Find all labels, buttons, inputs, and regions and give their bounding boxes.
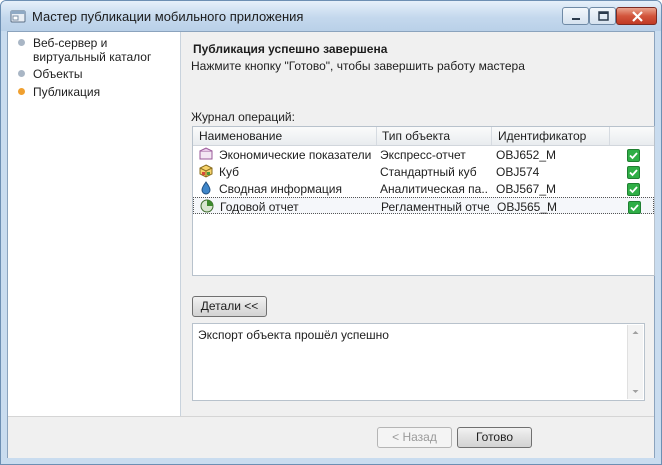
wizard-client-area: Веб-сервер и виртуальный каталог Объекты… xyxy=(7,31,655,458)
close-icon xyxy=(632,11,643,22)
nav-step-label: Объекты xyxy=(33,67,83,81)
window-title: Мастер публикации мобильного приложения xyxy=(32,9,304,24)
wizard-window: Мастер публикации мобильного приложения … xyxy=(0,0,662,465)
cell-type: Стандартный куб xyxy=(380,165,477,179)
operations-log-table[interactable]: Наименование Тип объекта Идентификатор Э… xyxy=(192,126,655,276)
wizard-footer: < Назад Готово xyxy=(8,416,654,458)
wizard-page: Публикация успешно завершена Нажмите кно… xyxy=(181,32,655,416)
scroll-up-arrow-icon[interactable] xyxy=(629,326,642,339)
regular-report-icon xyxy=(200,199,214,213)
maximize-icon xyxy=(598,11,609,21)
finish-button[interactable]: Готово xyxy=(457,427,532,448)
cell-id: OBJ652_M xyxy=(496,148,557,162)
details-toggle-button[interactable]: Детали << xyxy=(192,296,267,317)
table-header: Наименование Тип объекта Идентификатор xyxy=(193,127,654,146)
cube-icon xyxy=(199,164,213,178)
cell-id: OBJ565_M xyxy=(497,200,558,214)
success-check-icon xyxy=(628,201,641,214)
success-check-icon xyxy=(627,183,640,196)
details-textarea[interactable]: Экспорт объекта прошёл успешно xyxy=(192,323,645,401)
column-separator[interactable] xyxy=(491,127,492,145)
success-check-icon xyxy=(627,149,640,162)
cell-id: OBJ574 xyxy=(496,165,540,179)
step-done-icon xyxy=(18,70,25,77)
table-row[interactable]: Сводная информация Аналитическая па... O… xyxy=(193,180,654,197)
page-subtitle: Нажмите кнопку "Готово", чтобы завершить… xyxy=(191,59,525,73)
cell-type: Экспресс-отчет xyxy=(380,148,466,162)
cell-id: OBJ567_M xyxy=(496,182,557,196)
success-check-icon xyxy=(627,166,640,179)
cell-type: Аналитическая па... xyxy=(380,182,488,196)
cell-name: Экономические показатели xyxy=(219,148,372,162)
cell-name: Сводная информация xyxy=(219,182,342,196)
table-row[interactable]: Экономические показатели Экспресс-отчет … xyxy=(193,146,654,163)
express-report-icon xyxy=(199,147,213,160)
cell-name: Куб xyxy=(219,165,239,179)
scroll-down-arrow-icon[interactable] xyxy=(629,385,642,398)
title-bar[interactable]: Мастер публикации мобильного приложения xyxy=(1,1,661,31)
details-scrollbar[interactable] xyxy=(627,325,643,399)
maximize-button[interactable] xyxy=(589,7,616,25)
column-header-name[interactable]: Наименование xyxy=(199,129,282,143)
log-label: Журнал операций: xyxy=(191,110,295,124)
cell-type: Регламентный отчет xyxy=(381,200,489,214)
column-header-type[interactable]: Тип объекта xyxy=(382,129,450,143)
cell-name: Годовой отчет xyxy=(220,200,299,214)
step-done-icon xyxy=(18,39,25,46)
page-header: Публикация успешно завершена Нажмите кно… xyxy=(181,32,654,76)
nav-step-label: Публикация xyxy=(33,85,101,99)
minimize-button[interactable] xyxy=(562,7,589,25)
page-title: Публикация успешно завершена xyxy=(193,42,388,56)
column-separator[interactable] xyxy=(609,127,610,145)
step-active-icon xyxy=(18,88,25,95)
close-button[interactable] xyxy=(616,7,657,25)
column-separator[interactable] xyxy=(376,127,377,145)
details-text: Экспорт объекта прошёл успешно xyxy=(198,328,389,342)
app-icon xyxy=(10,10,26,23)
column-header-id[interactable]: Идентификатор xyxy=(498,129,586,143)
wizard-steps-nav: Веб-сервер и виртуальный каталог Объекты… xyxy=(8,32,181,416)
minimize-icon xyxy=(572,18,580,20)
analytic-panel-icon xyxy=(201,181,211,195)
nav-step-label: Веб-сервер и виртуальный каталог xyxy=(33,36,152,64)
back-button[interactable]: < Назад xyxy=(377,427,452,448)
table-row[interactable]: Куб Стандартный куб OBJ574 xyxy=(193,163,654,180)
table-row-selected[interactable]: Годовой отчет Регламентный отчет OBJ565_… xyxy=(193,197,654,214)
